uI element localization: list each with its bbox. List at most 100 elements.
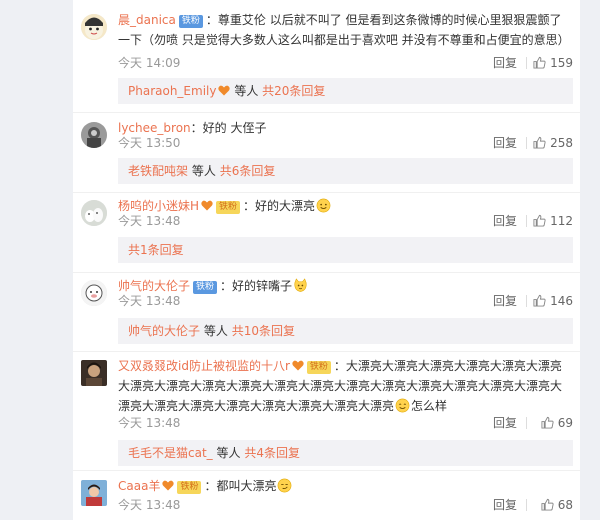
comment-meta: 今天 13:48 回复 68 [118, 496, 573, 514]
comment-content: ：好的 大侄子 [190, 121, 267, 135]
username-link[interactable]: lychee_bron [118, 121, 191, 135]
avatar[interactable] [81, 200, 107, 226]
like-count: 258 [550, 136, 573, 150]
divider [526, 417, 527, 429]
comment-body: 又双叒叕改id防止被视监的十八r 铁粉 ：大漂亮大漂亮大漂亮大漂亮大漂亮大漂亮大漂亮… [118, 356, 573, 466]
like-button[interactable]: 112 [533, 212, 573, 230]
thumbs-up-icon [533, 136, 546, 149]
comment-divider [73, 192, 580, 193]
comment-item: 杨呜的小迷妹H 铁粉 ：好的大漂亮 今天 13:48 回复 112 共1条回复 [81, 196, 573, 268]
reply-count[interactable]: 共20条回复 [262, 84, 325, 98]
comment-meta: 今天 13:48 回复 112 [118, 212, 573, 230]
comment-time: 今天 14:09 [118, 56, 181, 70]
right-background [580, 0, 600, 520]
username-link[interactable]: Caaa羊 [118, 479, 160, 493]
like-button[interactable]: 69 [541, 414, 573, 432]
comment-body: 帅气的大伦子 铁粉 ：好的锌嘴子 今天 13:48 回复 146 帅气的大伦子 等人… [118, 276, 573, 344]
reply-button[interactable]: 回复 [493, 292, 517, 310]
reply-suffix: 等人 [203, 324, 228, 338]
like-button[interactable]: 146 [533, 292, 573, 310]
like-count: 146 [550, 294, 573, 308]
smile-emoji-icon [316, 198, 331, 213]
reply-user[interactable]: 帅气的大伦子 [128, 324, 200, 338]
reply-suffix: 等人 [216, 446, 241, 460]
thumbs-up-icon [541, 498, 554, 511]
iron-fan-badge[interactable]: 铁粉 [306, 361, 331, 374]
avatar[interactable] [81, 280, 107, 306]
fan-heart-icon [201, 200, 213, 211]
comment-content: ：好的锌嘴子 [220, 279, 293, 293]
divider [526, 137, 527, 149]
comment-time: 今天 13:48 [118, 416, 181, 430]
reply-suffix: 等人 [234, 84, 259, 98]
fan-heart-icon [162, 480, 175, 491]
comment-text: 又双叒叕改id防止被视监的十八r 铁粉 ：大漂亮大漂亮大漂亮大漂亮大漂亮大漂亮大漂亮… [118, 356, 573, 416]
thumbs-up-icon [541, 416, 554, 429]
reply-user[interactable]: Pharaoh_Emily [128, 84, 216, 98]
reply-summary[interactable]: 共1条回复 [118, 237, 573, 263]
comment-body: Caaa羊 铁粉 ：都叫大漂亮 今天 13:48 回复 68 [118, 476, 573, 512]
iron-fan-badge[interactable]: 铁粉 [177, 481, 202, 494]
comment-item: lychee_bron：好的 大侄子 今天 13:50 回复 258 老铁配吨架… [81, 118, 573, 190]
reply-user[interactable]: 毛毛不是猫cat_ [128, 446, 213, 460]
avatar[interactable] [81, 122, 107, 148]
comment-time: 今天 13:48 [118, 294, 181, 308]
comment-text: Caaa羊 铁粉 ：都叫大漂亮 [118, 476, 573, 496]
username-link[interactable]: 杨呜的小迷妹H [118, 199, 199, 213]
reply-button[interactable]: 回复 [493, 134, 517, 152]
like-count: 112 [550, 214, 573, 228]
fan-badge[interactable]: 铁粉 [178, 15, 203, 28]
comment-list: 晨_danica 铁粉 ：尊重艾伦 以后就不叫了 但是看到这条微博的时候心里狠狠震颤… [73, 0, 580, 520]
comment-body: 杨呜的小迷妹H 铁粉 ：好的大漂亮 今天 13:48 回复 112 共1条回复 [118, 196, 573, 263]
left-background [0, 0, 73, 520]
like-button[interactable]: 258 [533, 134, 573, 152]
username-link[interactable]: 晨_danica [118, 13, 176, 27]
comment-divider [73, 112, 580, 113]
like-button[interactable]: 159 [533, 54, 573, 72]
comment-content: ：好的大漂亮 [243, 199, 316, 213]
like-count: 69 [557, 416, 573, 430]
comment-divider [73, 272, 580, 273]
comment-meta: 今天 13:50 回复 258 [118, 134, 573, 152]
like-count: 68 [557, 498, 573, 512]
username-link[interactable]: 又双叒叕改id防止被视监的十八r [118, 359, 290, 373]
reply-summary[interactable]: 老铁配吨架 等人 共6条回复 [118, 158, 573, 184]
divider [526, 499, 527, 511]
avatar[interactable] [81, 480, 107, 506]
reply-button[interactable]: 回复 [493, 212, 517, 230]
thumbs-up-icon [533, 294, 546, 307]
comment-divider [73, 470, 580, 471]
comment-meta: 今天 14:09 回复 159 [118, 54, 573, 72]
reply-button[interactable]: 回复 [493, 54, 517, 72]
reply-count[interactable]: 共10条回复 [232, 324, 295, 338]
fan-heart-icon [218, 85, 231, 96]
avatar[interactable] [81, 360, 107, 386]
reply-summary[interactable]: 帅气的大伦子 等人 共10条回复 [118, 318, 573, 344]
reply-user[interactable]: 老铁配吨架 [128, 164, 188, 178]
divider [526, 295, 527, 307]
smile-emoji-icon [395, 398, 410, 413]
like-button[interactable]: 68 [541, 496, 573, 514]
reply-summary[interactable]: 毛毛不是猫cat_ 等人 共4条回复 [118, 440, 573, 466]
reply-count[interactable]: 共4条回复 [244, 446, 300, 460]
comment-body: 晨_danica 铁粉 ：尊重艾伦 以后就不叫了 但是看到这条微博的时候心里狠狠震颤… [118, 10, 573, 104]
cat-emoji-icon [294, 278, 307, 292]
divider [526, 57, 527, 69]
avatar[interactable] [81, 14, 107, 40]
smirk-emoji-icon [278, 478, 292, 493]
reply-suffix: 等人 [191, 164, 216, 178]
like-count: 159 [550, 56, 573, 70]
comment-divider [73, 351, 580, 352]
comment-content-tail: 怎么样 [411, 399, 448, 413]
fan-heart-icon [292, 360, 304, 371]
reply-button[interactable]: 回复 [493, 496, 517, 514]
username-link[interactable]: 帅气的大伦子 [118, 279, 190, 293]
reply-count[interactable]: 共1条回复 [128, 243, 184, 257]
reply-summary[interactable]: Pharaoh_Emily 等人 共20条回复 [118, 78, 573, 104]
reply-button[interactable]: 回复 [493, 414, 517, 432]
thumbs-up-icon [533, 56, 546, 69]
comment-item: Caaa羊 铁粉 ：都叫大漂亮 今天 13:48 回复 68 [81, 476, 573, 520]
thumbs-up-icon [533, 214, 546, 227]
divider [526, 215, 527, 227]
reply-count[interactable]: 共6条回复 [220, 164, 276, 178]
